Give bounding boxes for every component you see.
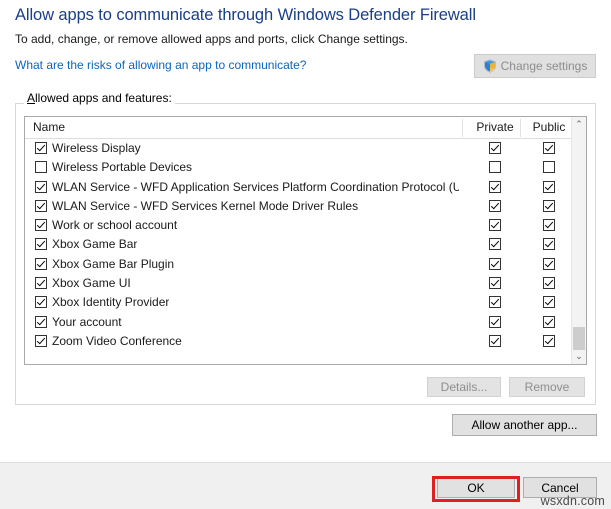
private-network-checkbox[interactable]	[489, 238, 501, 250]
scrollbar-track[interactable]	[573, 132, 585, 327]
app-name-label: Your account	[52, 315, 122, 329]
column-header-name[interactable]: Name	[33, 120, 65, 134]
change-settings-label: Change settings	[501, 59, 588, 73]
details-button[interactable]: Details...	[427, 377, 501, 397]
table-row[interactable]: Xbox Game UI	[25, 274, 586, 293]
uac-shield-icon	[483, 59, 497, 73]
app-enabled-checkbox[interactable]	[35, 181, 47, 193]
dialog-footer: OK Cancel	[0, 462, 611, 509]
app-name-cell: Xbox Game Bar Plugin	[35, 257, 174, 271]
app-name-label: WLAN Service - WFD Application Services …	[52, 180, 459, 194]
table-row[interactable]: Xbox Game Bar	[25, 235, 586, 254]
app-enabled-checkbox[interactable]	[35, 296, 47, 308]
private-network-checkbox[interactable]	[489, 258, 501, 270]
page-title: Allow apps to communicate through Window…	[15, 6, 476, 25]
private-network-checkbox[interactable]	[489, 161, 501, 173]
allowed-apps-group-label: Allowed apps and features:	[24, 91, 175, 105]
table-row[interactable]: Work or school account	[25, 216, 586, 235]
public-network-checkbox[interactable]	[543, 161, 555, 173]
table-row[interactable]: Wireless Display	[25, 139, 586, 158]
public-network-checkbox[interactable]	[543, 142, 555, 154]
app-enabled-checkbox[interactable]	[35, 219, 47, 231]
app-name-label: Xbox Game UI	[52, 276, 131, 290]
app-name-cell: Wireless Portable Devices	[35, 160, 192, 174]
table-row[interactable]: Wireless Portable Devices	[25, 158, 586, 177]
allowed-apps-list[interactable]: Name Private Public Wireless DisplayWire…	[24, 116, 587, 365]
watermark: wsxdn.com	[541, 494, 605, 508]
app-enabled-checkbox[interactable]	[35, 277, 47, 289]
column-header-public[interactable]: Public	[525, 120, 573, 134]
private-network-checkbox[interactable]	[489, 142, 501, 154]
app-name-cell: WLAN Service - WFD Application Services …	[35, 180, 459, 194]
public-network-checkbox[interactable]	[543, 277, 555, 289]
app-name-label: Xbox Identity Provider	[52, 295, 169, 309]
private-network-checkbox[interactable]	[489, 200, 501, 212]
public-network-checkbox[interactable]	[543, 219, 555, 231]
app-name-label: Wireless Portable Devices	[52, 160, 192, 174]
app-name-cell: Your account	[35, 315, 122, 329]
public-network-checkbox[interactable]	[543, 258, 555, 270]
app-name-cell: WLAN Service - WFD Services Kernel Mode …	[35, 199, 358, 213]
dialog-content-area: Allow apps to communicate through Window…	[0, 0, 611, 462]
private-network-checkbox[interactable]	[489, 277, 501, 289]
ok-button[interactable]: OK	[437, 477, 515, 498]
app-enabled-checkbox[interactable]	[35, 238, 47, 250]
remove-button[interactable]: Remove	[509, 377, 585, 397]
app-enabled-checkbox[interactable]	[35, 161, 47, 173]
app-name-label: WLAN Service - WFD Services Kernel Mode …	[52, 199, 358, 213]
app-enabled-checkbox[interactable]	[35, 316, 47, 328]
access-key-letter: A	[27, 91, 35, 105]
column-divider	[520, 119, 521, 137]
private-network-checkbox[interactable]	[489, 316, 501, 328]
private-network-checkbox[interactable]	[489, 181, 501, 193]
scroll-up-arrow-icon[interactable]: ⌃	[572, 117, 586, 132]
public-network-checkbox[interactable]	[543, 200, 555, 212]
public-network-checkbox[interactable]	[543, 316, 555, 328]
allow-another-app-button[interactable]: Allow another app...	[452, 414, 597, 436]
private-network-checkbox[interactable]	[489, 219, 501, 231]
scroll-down-arrow-icon[interactable]: ⌄	[572, 349, 586, 364]
public-network-checkbox[interactable]	[543, 296, 555, 308]
app-name-cell: Xbox Identity Provider	[35, 295, 169, 309]
app-name-cell: Xbox Game Bar	[35, 237, 137, 251]
table-row[interactable]: Your account	[25, 313, 586, 332]
app-name-label: Xbox Game Bar Plugin	[52, 257, 174, 271]
app-name-cell: Xbox Game UI	[35, 276, 131, 290]
app-enabled-checkbox[interactable]	[35, 142, 47, 154]
app-name-cell: Zoom Video Conference	[35, 334, 182, 348]
table-row[interactable]: Xbox Identity Provider	[25, 293, 586, 312]
public-network-checkbox[interactable]	[543, 335, 555, 347]
list-rows-container: Wireless Display Wireless Portable Device…	[25, 139, 586, 351]
app-name-label: Wireless Display	[52, 141, 141, 155]
app-name-cell: Work or school account	[35, 218, 177, 232]
table-row[interactable]: WLAN Service - WFD Services Kernel Mode …	[25, 197, 586, 216]
app-name-label: Xbox Game Bar	[52, 237, 137, 251]
public-network-checkbox[interactable]	[543, 238, 555, 250]
scrollbar-thumb[interactable]	[573, 327, 585, 350]
private-network-checkbox[interactable]	[489, 335, 501, 347]
page-subtitle: To add, change, or remove allowed apps a…	[15, 32, 408, 46]
table-row[interactable]: WLAN Service - WFD Application Services …	[25, 178, 586, 197]
group-label-text: llowed apps and features:	[35, 91, 172, 105]
column-divider	[462, 119, 463, 137]
table-row[interactable]: Xbox Game Bar Plugin	[25, 255, 586, 274]
app-enabled-checkbox[interactable]	[35, 335, 47, 347]
change-settings-button[interactable]: Change settings	[474, 54, 596, 78]
list-header-row: Name Private Public	[25, 117, 586, 139]
column-header-private[interactable]: Private	[467, 120, 523, 134]
list-vertical-scrollbar[interactable]: ⌃ ⌄	[571, 117, 586, 364]
app-name-label: Zoom Video Conference	[52, 334, 182, 348]
private-network-checkbox[interactable]	[489, 296, 501, 308]
risks-help-link[interactable]: What are the risks of allowing an app to…	[15, 58, 306, 72]
app-name-cell: Wireless Display	[35, 141, 141, 155]
app-enabled-checkbox[interactable]	[35, 258, 47, 270]
app-enabled-checkbox[interactable]	[35, 200, 47, 212]
table-row[interactable]: Zoom Video Conference	[25, 332, 586, 351]
app-name-label: Work or school account	[52, 218, 177, 232]
public-network-checkbox[interactable]	[543, 181, 555, 193]
